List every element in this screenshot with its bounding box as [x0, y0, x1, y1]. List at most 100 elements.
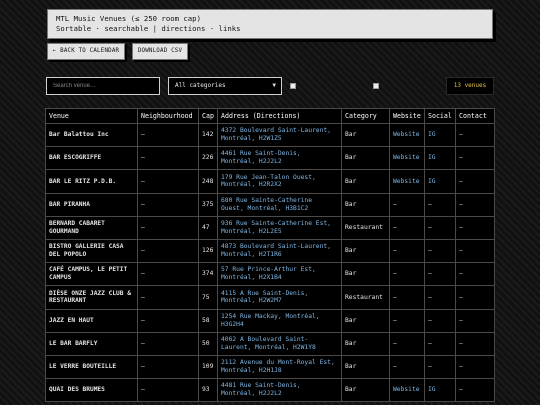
contact-cell: —: [455, 378, 495, 403]
social-link: —: [424, 331, 456, 356]
category-cell: Bar: [341, 238, 390, 264]
contact-cell: —: [455, 122, 495, 148]
download-csv-button[interactable]: DOWNLOAD CSV: [132, 43, 188, 60]
back-to-calendar-button[interactable]: ← BACK TO CALENDAR: [47, 43, 125, 60]
website-link: —: [389, 238, 425, 264]
address-directions-link[interactable]: 4115 A Rue Saint-Denis, Montréal, H2W2M7: [217, 285, 342, 310]
website-link: —: [389, 354, 425, 380]
page-header: MTL Music Venues (≤ 250 room cap) Sortab…: [47, 9, 493, 39]
address-directions-link[interactable]: 4062 A Boulevard Saint-Laurent, Montréal…: [217, 331, 342, 356]
table-row: LE VERRE BOUTEILLE —109 2112 Avenue du Mon…: [45, 354, 495, 380]
category-select[interactable]: All categories ▼: [168, 77, 282, 95]
contact-cell: —: [455, 262, 495, 287]
contact-cell: —: [455, 238, 495, 264]
social-link: —: [424, 192, 456, 217]
social-link[interactable]: IG: [424, 169, 456, 194]
chevron-down-icon: ▼: [272, 82, 276, 89]
column-header-contact[interactable]: Contact: [455, 108, 495, 124]
address-directions-link[interactable]: 680 Rue Sainte-Catherine Ouest, Montréal…: [217, 192, 342, 217]
venues-table: Venue Neighbourhood Cap Address (Directions…: [45, 108, 495, 403]
address-directions-link[interactable]: 2112 Avenue du Mont-Royal Est, Montréal,…: [217, 354, 342, 380]
table-row: QUAI DES BRUMES —93 4481 Rue Saint-Denis, …: [45, 378, 495, 403]
address-directions-link[interactable]: 57 Rue Prince-Arthur Est, Montréal, H2X1…: [217, 262, 342, 287]
venue-name: BAR ESCOGRIFFE: [45, 146, 138, 171]
category-cell: Restaurant: [341, 285, 390, 310]
social-link: —: [424, 354, 456, 380]
website-link: —: [389, 285, 425, 310]
venue-name: LE VERRE BOUTEILLE: [45, 354, 138, 380]
social-link: —: [424, 308, 456, 333]
neighbourhood-cell: —: [137, 122, 199, 148]
contact-cell: —: [455, 308, 495, 333]
capacity-cell: 58: [198, 308, 218, 333]
contact-cell: —: [455, 331, 495, 356]
page-subtitle: Sortable · searchable | directions · lin…: [56, 23, 241, 33]
filter-checkbox-1[interactable]: [290, 83, 296, 89]
website-link[interactable]: Website: [389, 378, 425, 403]
venue-name: BAR PIRANHA: [45, 192, 138, 217]
column-header-cap[interactable]: Cap: [198, 108, 218, 124]
venue-name: CAFÉ CAMPUS, LE PETIT CAMPUS: [45, 262, 138, 287]
address-directions-link[interactable]: 4372 Boulevard Saint-Laurent, Montréal, …: [217, 122, 342, 148]
category-cell: Bar: [341, 262, 390, 287]
neighbourhood-cell: —: [137, 354, 199, 380]
category-cell: Restaurant: [341, 215, 390, 240]
contact-cell: —: [455, 146, 495, 171]
column-header-category[interactable]: Category: [341, 108, 390, 124]
column-header-venue[interactable]: Venue: [45, 108, 138, 124]
table-row: BISTRO GALLERIE CASA DEL POPOLO —126 4873 …: [45, 238, 495, 264]
category-cell: Bar: [341, 192, 390, 217]
address-directions-link[interactable]: 936 Rue Sainte-Catherine Est, Montréal, …: [217, 215, 342, 240]
address-directions-link[interactable]: 179 Rue Jean-Talon Ouest, Montréal, H2R2…: [217, 169, 342, 194]
table-row: DIÈSE ONZE JAZZ CLUB & RESTAURANT —75 4115…: [45, 285, 495, 310]
table-body: Bar Balattou Inc — 142 4372 Boulevard Saint…: [45, 122, 495, 403]
capacity-cell: 226: [198, 146, 218, 171]
capacity-cell: 75: [198, 285, 218, 310]
social-link: —: [424, 238, 456, 264]
contact-cell: —: [455, 285, 495, 310]
neighbourhood-cell: —: [137, 308, 199, 333]
venue-name: JAZZ EN HAUT: [45, 308, 138, 333]
column-header-website[interactable]: Website: [389, 108, 425, 124]
capacity-cell: 47: [198, 215, 218, 240]
social-link[interactable]: IG: [424, 146, 456, 171]
table-row: BAR ESCOGRIFFE —226 4461 Rue Saint-Denis, …: [45, 146, 495, 171]
capacity-cell: 93: [198, 378, 218, 403]
venue-name: BERNARD CABARET GOURMAND: [45, 215, 138, 240]
table-row: LE BAR BARFLY —50 4062 A Boulevard Saint-L…: [45, 331, 495, 356]
address-directions-link[interactable]: 1254 Rue Mackay, Montréal, H3G2H4: [217, 308, 342, 333]
table-row: Bar Balattou Inc —142 4372 Boulevard Saint…: [45, 122, 495, 148]
venues-table-container: Venue Neighbourhood Cap Address (Directions…: [45, 108, 495, 403]
category-cell: Bar: [341, 331, 390, 356]
neighbourhood-cell: —: [137, 378, 199, 403]
social-link[interactable]: IG: [424, 122, 456, 148]
table-row: CAFÉ CAMPUS, LE PETIT CAMPUS —374 57 Rue P…: [45, 262, 495, 287]
column-header-address[interactable]: Address (Directions): [217, 108, 342, 124]
website-link: —: [389, 308, 425, 333]
address-directions-link[interactable]: 4461 Rue Saint-Denis, Montréal, H2J2L2: [217, 146, 342, 171]
table-header-row: Venue Neighbourhood Cap Address (Directions…: [45, 108, 495, 124]
website-link[interactable]: Website: [389, 122, 425, 148]
column-header-social[interactable]: Social: [424, 108, 456, 124]
column-header-neighbourhood[interactable]: Neighbourhood: [137, 108, 199, 124]
capacity-cell: 248: [198, 169, 218, 194]
filter-checkbox-2[interactable]: [373, 83, 379, 89]
table-row: BAR LE RITZ P.D.B. —248 179 Rue Jean-Talon…: [45, 169, 495, 194]
website-link[interactable]: Website: [389, 169, 425, 194]
address-directions-link[interactable]: 4481 Rue Saint-Denis, Montréal, H2J2L2: [217, 378, 342, 403]
category-cell: Bar: [341, 354, 390, 380]
category-cell: Bar: [341, 378, 390, 403]
search-input[interactable]: [46, 77, 160, 95]
capacity-cell: 142: [198, 122, 218, 148]
website-link: —: [389, 262, 425, 287]
venue-name: DIÈSE ONZE JAZZ CLUB & RESTAURANT: [45, 285, 138, 310]
neighbourhood-cell: —: [137, 146, 199, 171]
neighbourhood-cell: —: [137, 285, 199, 310]
neighbourhood-cell: —: [137, 262, 199, 287]
website-link[interactable]: Website: [389, 146, 425, 171]
address-directions-link[interactable]: 4873 Boulevard Saint-Laurent, Montréal, …: [217, 238, 342, 264]
website-link: —: [389, 192, 425, 217]
social-link[interactable]: IG: [424, 378, 456, 403]
capacity-cell: 375: [198, 192, 218, 217]
venue-count-badge: 13 venues: [446, 77, 494, 95]
